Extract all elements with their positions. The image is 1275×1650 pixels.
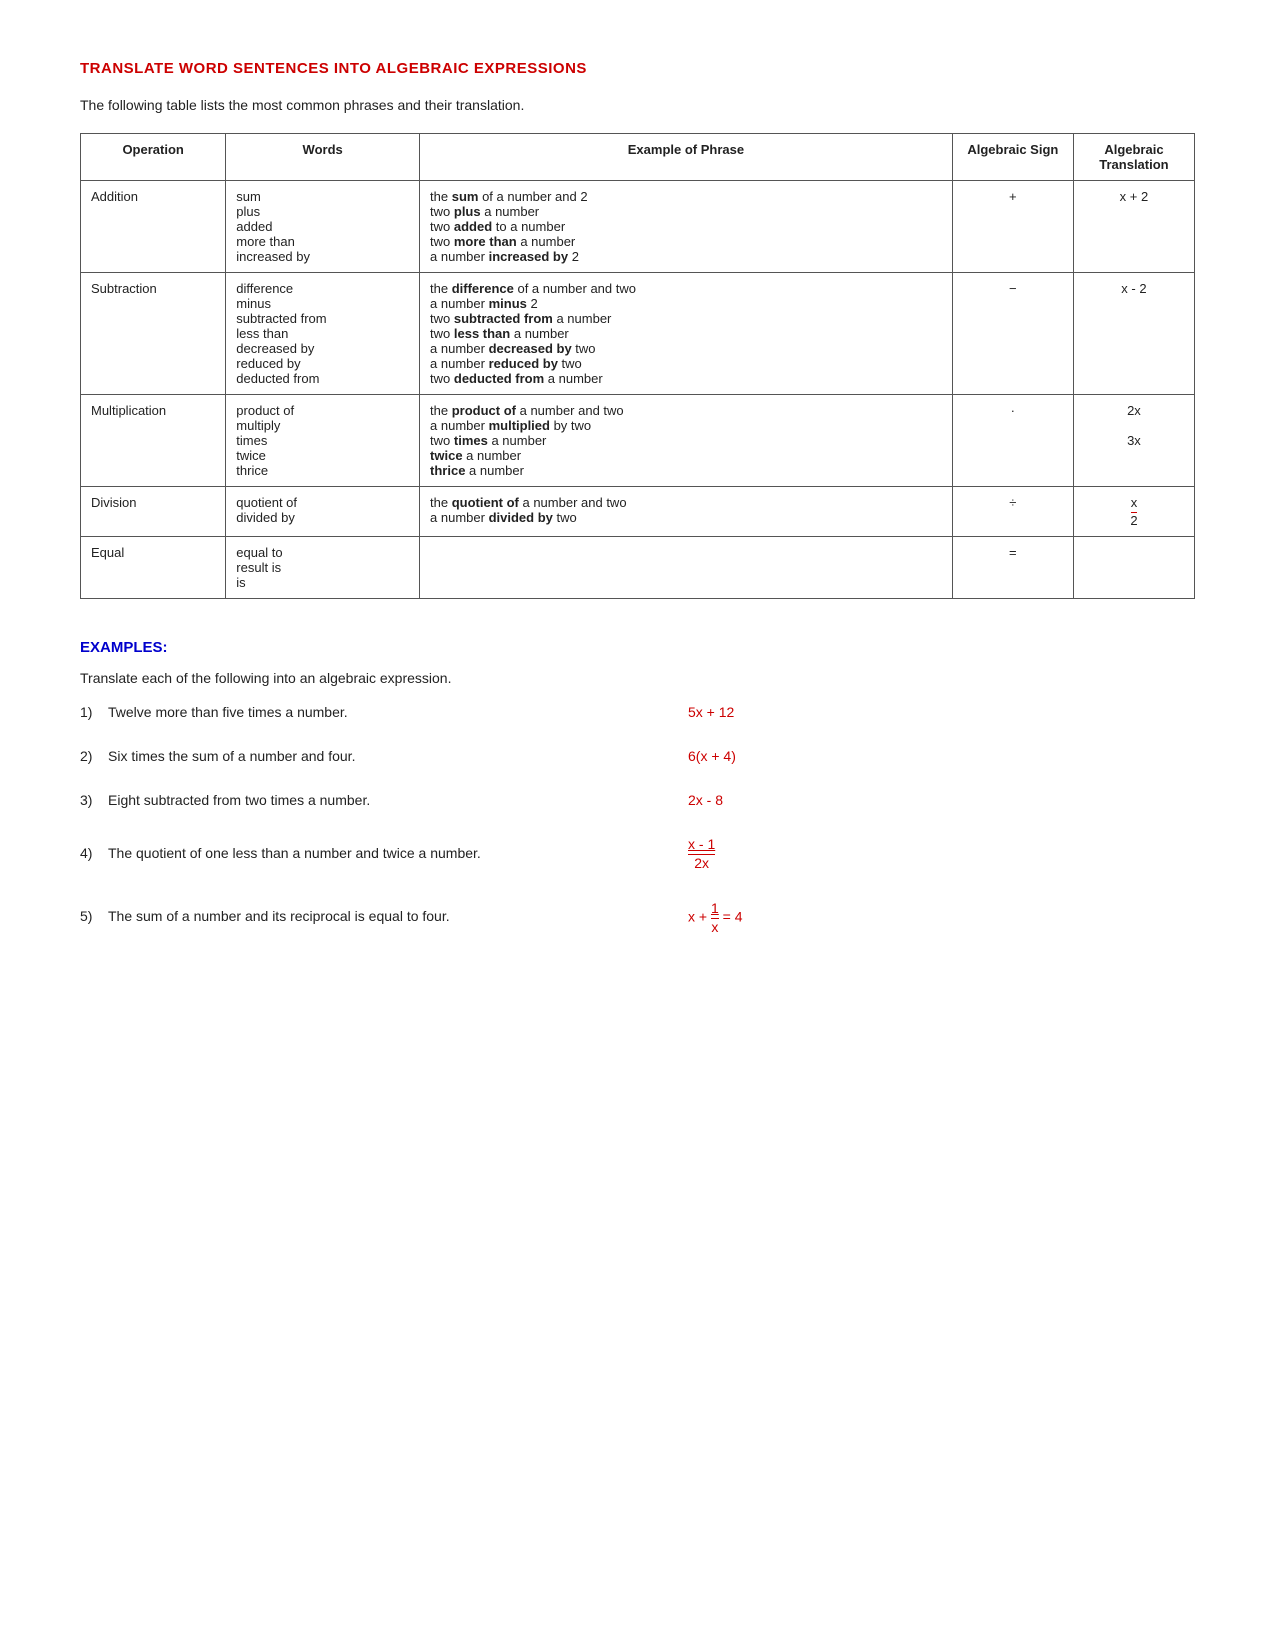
sign-addition: + (952, 181, 1073, 273)
intro-text: The following table lists the most commo… (80, 97, 1195, 113)
example-num-2: 2) (80, 748, 108, 764)
table-row: Multiplication product ofmultiplytimestw… (81, 395, 1195, 487)
example-answer-2: 6(x + 4) (688, 748, 808, 764)
sign-equal: = (952, 537, 1073, 599)
example-answer-4: x - 1 2x (688, 836, 808, 872)
example-question-2: Six times the sum of a number and four. (108, 748, 628, 764)
example-item-3: 3) Eight subtracted from two times a num… (80, 792, 1195, 808)
operation-division: Division (81, 487, 226, 537)
header-operation: Operation (81, 134, 226, 181)
operation-equal: Equal (81, 537, 226, 599)
phrases-division: the quotient of a number and two a numbe… (420, 487, 953, 537)
words-addition: sumplusaddedmore thanincreased by (226, 181, 420, 273)
table-row: Division quotient ofdivided by the quoti… (81, 487, 1195, 537)
example-question-3: Eight subtracted from two times a number… (108, 792, 628, 808)
operation-subtraction: Subtraction (81, 273, 226, 395)
phrases-subtraction: the difference of a number and two a num… (420, 273, 953, 395)
table-row: Equal equal toresult isis = (81, 537, 1195, 599)
table-row: Subtraction differenceminussubtracted fr… (81, 273, 1195, 395)
example-num-3: 3) (80, 792, 108, 808)
example-num-1: 1) (80, 704, 108, 720)
example-item-4: 4) The quotient of one less than a numbe… (80, 836, 1195, 872)
header-words: Words (226, 134, 420, 181)
example-question-5: The sum of a number and its reciprocal i… (108, 908, 628, 924)
examples-instruction: Translate each of the following into an … (80, 670, 1195, 686)
example-answer-3: 2x - 8 (688, 792, 808, 808)
examples-title: EXAMPLES: (80, 639, 1195, 656)
example-item-1: 1) Twelve more than five times a number.… (80, 704, 1195, 720)
translation-addition: x + 2 (1073, 181, 1194, 273)
translation-division: x 2 (1073, 487, 1194, 537)
table-row: Addition sumplusaddedmore thanincreased … (81, 181, 1195, 273)
examples-section: EXAMPLES: Translate each of the followin… (80, 639, 1195, 935)
operation-multiplication: Multiplication (81, 395, 226, 487)
translation-table: Operation Words Example of Phrase Algebr… (80, 133, 1195, 599)
example-answer-5: x + 1 x = 4 (688, 900, 808, 936)
words-subtraction: differenceminussubtracted fromless thand… (226, 273, 420, 395)
sign-subtraction: − (952, 273, 1073, 395)
phrases-addition: the sum of a number and 2 two plus a num… (420, 181, 953, 273)
example-num-4: 4) (80, 845, 108, 861)
phrases-multiplication: the product of a number and two a number… (420, 395, 953, 487)
example-question-1: Twelve more than five times a number. (108, 704, 628, 720)
page-title: TRANSLATE WORD SENTENCES INTO ALGEBRAIC … (80, 60, 1195, 77)
words-multiplication: product ofmultiplytimestwicethrice (226, 395, 420, 487)
sign-division: ÷ (952, 487, 1073, 537)
sign-multiplication: · (952, 395, 1073, 487)
translation-subtraction: x - 2 (1073, 273, 1194, 395)
header-sign: Algebraic Sign (952, 134, 1073, 181)
header-phrase: Example of Phrase (420, 134, 953, 181)
header-translation: AlgebraicTranslation (1073, 134, 1194, 181)
words-division: quotient ofdivided by (226, 487, 420, 537)
example-item-2: 2) Six times the sum of a number and fou… (80, 748, 1195, 764)
words-equal: equal toresult isis (226, 537, 420, 599)
translation-multiplication: 2x3x (1073, 395, 1194, 487)
operation-addition: Addition (81, 181, 226, 273)
translation-equal (1073, 537, 1194, 599)
example-num-5: 5) (80, 908, 108, 924)
example-question-4: The quotient of one less than a number a… (108, 845, 628, 861)
phrases-equal (420, 537, 953, 599)
example-answer-1: 5x + 12 (688, 704, 808, 720)
example-item-5: 5) The sum of a number and its reciproca… (80, 900, 1195, 936)
